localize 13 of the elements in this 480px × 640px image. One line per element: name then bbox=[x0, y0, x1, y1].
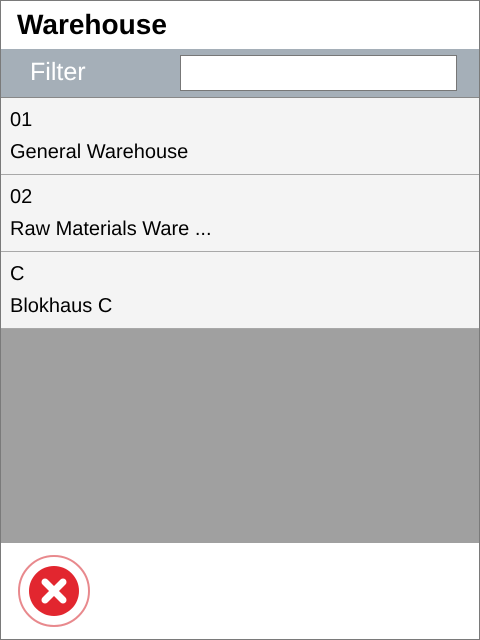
list-item[interactable]: 01 General Warehouse bbox=[1, 98, 479, 175]
item-code: 02 bbox=[10, 187, 34, 207]
item-code: 01 bbox=[10, 110, 34, 130]
item-name: Raw Materials Ware ... bbox=[10, 219, 213, 239]
list-item[interactable]: C Blokhaus C bbox=[1, 252, 479, 329]
item-code: C bbox=[10, 264, 26, 284]
item-name: General Warehouse bbox=[10, 142, 190, 162]
list-item[interactable]: 02 Raw Materials Ware ... bbox=[1, 175, 479, 252]
item-name: Blokhaus C bbox=[10, 296, 114, 316]
window-title: Warehouse bbox=[17, 11, 167, 39]
filter-field[interactable] bbox=[180, 55, 457, 91]
filter-label: Filter bbox=[30, 57, 87, 88]
close-icon bbox=[29, 566, 79, 616]
